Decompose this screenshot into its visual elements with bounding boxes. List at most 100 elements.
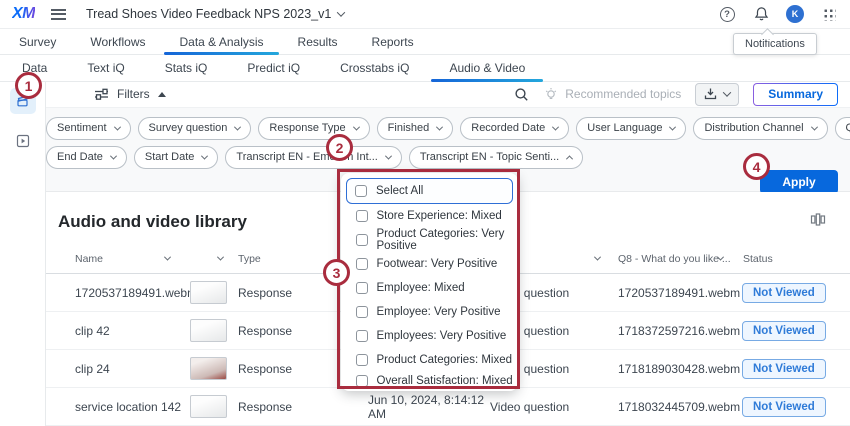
tab-data-analysis[interactable]: Data & Analysis [162, 29, 280, 54]
project-title-menu[interactable]: Tread Shoes Video Feedback NPS 2023_v1 [86, 7, 344, 21]
status-badge: Not Viewed [742, 321, 826, 341]
tab-survey[interactable]: Survey [2, 29, 73, 54]
dropdown-item[interactable]: Employee: Mixed [346, 276, 513, 300]
filter-row-2: End Date Start Date Transcript EN - Emot… [46, 146, 850, 169]
tab-workflows[interactable]: Workflows [73, 29, 162, 54]
dropdown-item[interactable]: Footwear: Very Positive [346, 252, 513, 276]
video-thumbnail[interactable] [190, 357, 227, 380]
search-icon [514, 87, 529, 102]
help-icon: ? [720, 7, 735, 22]
column-header-name[interactable]: Name [75, 253, 103, 265]
export-icon [704, 87, 717, 101]
chevron-down-icon[interactable] [217, 254, 224, 261]
play-square-icon [16, 134, 30, 148]
row-file: 1720537189491.webm [618, 286, 742, 300]
video-thumbnail[interactable] [190, 319, 227, 342]
filter-pill-sentiment[interactable]: Sentiment [46, 117, 131, 140]
dropdown-item-select-all[interactable]: Select All [346, 178, 513, 204]
dropdown-item[interactable]: Store Experience: Mixed [346, 204, 513, 228]
checkbox[interactable] [355, 185, 367, 197]
hamburger-menu-icon[interactable] [51, 9, 66, 20]
dropdown-item[interactable]: Product Categories: Mixed [346, 348, 513, 372]
user-avatar[interactable]: K [786, 5, 804, 23]
toolbar: Filters [46, 82, 850, 108]
video-thumbnail[interactable] [190, 281, 227, 304]
help-button[interactable]: ? [718, 5, 736, 23]
subtab-stats-iq[interactable]: Stats iQ [145, 55, 228, 81]
notifications-tooltip: Notifications [733, 33, 817, 55]
filter-pill-q8[interactable]: Q8 - What do you like or di... [835, 117, 850, 140]
filter-pill-topic-sentiment[interactable]: Transcript EN - Topic Senti... [409, 146, 583, 169]
filter-pill-response-type[interactable]: Response Type [258, 117, 369, 140]
filter-pill-distribution-channel[interactable]: Distribution Channel [693, 117, 827, 140]
video-thumbnail[interactable] [190, 395, 227, 418]
checkbox[interactable] [356, 306, 368, 318]
waffle-grid-icon [823, 8, 836, 21]
row-name: 1720537189491.webm [46, 286, 190, 300]
topic-sentiment-dropdown: Select All Store Experience: Mixed Produ… [341, 173, 518, 391]
tab-reports[interactable]: Reports [355, 29, 431, 54]
dropdown-item[interactable]: Employees: Very Positive [346, 324, 513, 348]
columns-icon [810, 212, 826, 227]
column-header-q8[interactable]: Q8 - What do you like ... [618, 253, 731, 265]
filter-pill-survey-question[interactable]: Survey question [138, 117, 252, 140]
subtab-text-iq[interactable]: Text iQ [67, 55, 144, 81]
left-rail [0, 82, 46, 426]
lightbulb-icon [544, 87, 558, 102]
recommended-topics-label: Recommended topics [565, 87, 681, 101]
sliders-icon [94, 88, 109, 100]
table-row[interactable]: service location 142 Response Jun 10, 20… [46, 388, 850, 426]
library-heading: Audio and video library [58, 212, 247, 232]
filter-pill-user-language[interactable]: User Language [576, 117, 686, 140]
subtab-predict-iq[interactable]: Predict iQ [227, 55, 320, 81]
filter-pill-start-date[interactable]: Start Date [134, 146, 219, 169]
main-nav: Survey Workflows Data & Analysis Results… [0, 28, 850, 55]
filter-pill-finished[interactable]: Finished [377, 117, 454, 140]
checkbox[interactable] [356, 258, 368, 270]
dropdown-item[interactable]: Employee: Very Positive [346, 300, 513, 324]
caret-up-icon [158, 92, 166, 97]
row-name: service location 142 [46, 400, 190, 414]
subtab-crosstabs-iq[interactable]: Crosstabs iQ [320, 55, 429, 81]
recommended-topics-button[interactable]: Recommended topics [544, 87, 681, 102]
filter-pill-end-date[interactable]: End Date [46, 146, 127, 169]
subtab-audio-video[interactable]: Audio & Video [429, 55, 545, 81]
filters-toggle[interactable]: Filters [94, 87, 166, 101]
chevron-down-icon[interactable] [594, 254, 601, 261]
row-question: Video question [490, 400, 618, 414]
sub-nav: Data Text iQ Stats iQ Predict iQ Crossta… [0, 55, 850, 82]
checkbox[interactable] [356, 282, 368, 294]
xm-logo[interactable]: XM [12, 5, 35, 23]
apps-button[interactable] [820, 5, 838, 23]
apply-button[interactable]: Apply [760, 170, 838, 194]
row-file: 1718032445709.webm [618, 400, 742, 414]
dropdown-item-partial[interactable]: Overall Satisfaction: Mixed [346, 372, 513, 386]
checkbox[interactable] [356, 330, 368, 342]
column-header-type[interactable]: Type [238, 253, 261, 265]
media-library-icon [15, 94, 30, 108]
column-header-status[interactable]: Status [743, 253, 773, 265]
dropdown-item[interactable]: Product Categories: Very Positive [346, 228, 513, 252]
export-button[interactable] [695, 83, 739, 106]
summary-button[interactable]: Summary [753, 83, 838, 106]
filter-pill-recorded-date[interactable]: Recorded Date [460, 117, 569, 140]
columns-settings-button[interactable] [810, 212, 826, 232]
checkbox[interactable] [356, 375, 368, 386]
top-bar: XM Tread Shoes Video Feedback NPS 2023_v… [0, 0, 850, 28]
row-name: clip 42 [46, 324, 190, 338]
checkbox[interactable] [356, 210, 368, 222]
filter-pill-emotion-intensity[interactable]: Transcript EN - Emotion Int... [225, 146, 401, 169]
row-name: clip 24 [46, 362, 190, 376]
rail-player-button[interactable] [10, 128, 36, 154]
search-button[interactable] [512, 85, 530, 103]
project-title: Tread Shoes Video Feedback NPS 2023_v1 [86, 7, 331, 21]
notifications-button[interactable] [752, 5, 770, 23]
checkbox[interactable] [356, 354, 368, 366]
row-file: 1718372597216.webm [618, 324, 742, 338]
rail-library-button[interactable] [10, 88, 36, 114]
tab-results[interactable]: Results [281, 29, 355, 54]
chevron-down-icon[interactable] [164, 254, 171, 261]
filter-row-1: Sentiment Survey question Response Type … [46, 117, 850, 140]
subtab-data[interactable]: Data [2, 55, 67, 81]
checkbox[interactable] [356, 234, 368, 246]
